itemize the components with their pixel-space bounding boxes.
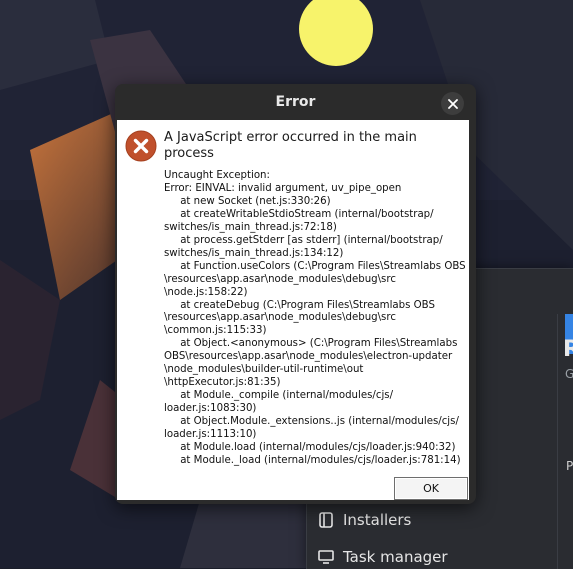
error-dialog: Error A JavaScript error occurred in the… [115, 84, 476, 504]
close-button[interactable] [441, 92, 464, 115]
error-headline: A JavaScript error occurred in the main … [164, 130, 417, 161]
sidebar-item-label: Installers [343, 511, 412, 529]
panel-heading: R [563, 337, 573, 362]
dialog-titlebar[interactable]: Error [115, 84, 476, 120]
dialog-title: Error [275, 94, 316, 110]
close-icon [447, 98, 458, 109]
error-details: Uncaught Exception: Error: EINVAL: inval… [164, 170, 466, 466]
dialog-content: A JavaScript error occurred in the main … [117, 120, 469, 500]
sidebar-item-installers[interactable]: Installers [317, 511, 411, 529]
panel-label: P [566, 459, 573, 473]
error-icon [125, 130, 157, 162]
panel-divider [557, 314, 558, 569]
monitor-icon [318, 550, 334, 564]
ok-button[interactable]: OK [394, 477, 468, 500]
panel-subtext: G [565, 367, 573, 381]
package-icon [319, 512, 333, 528]
sidebar-item-task-manager[interactable]: Task manager [317, 548, 448, 566]
sidebar-item-label: Task manager [343, 548, 448, 566]
